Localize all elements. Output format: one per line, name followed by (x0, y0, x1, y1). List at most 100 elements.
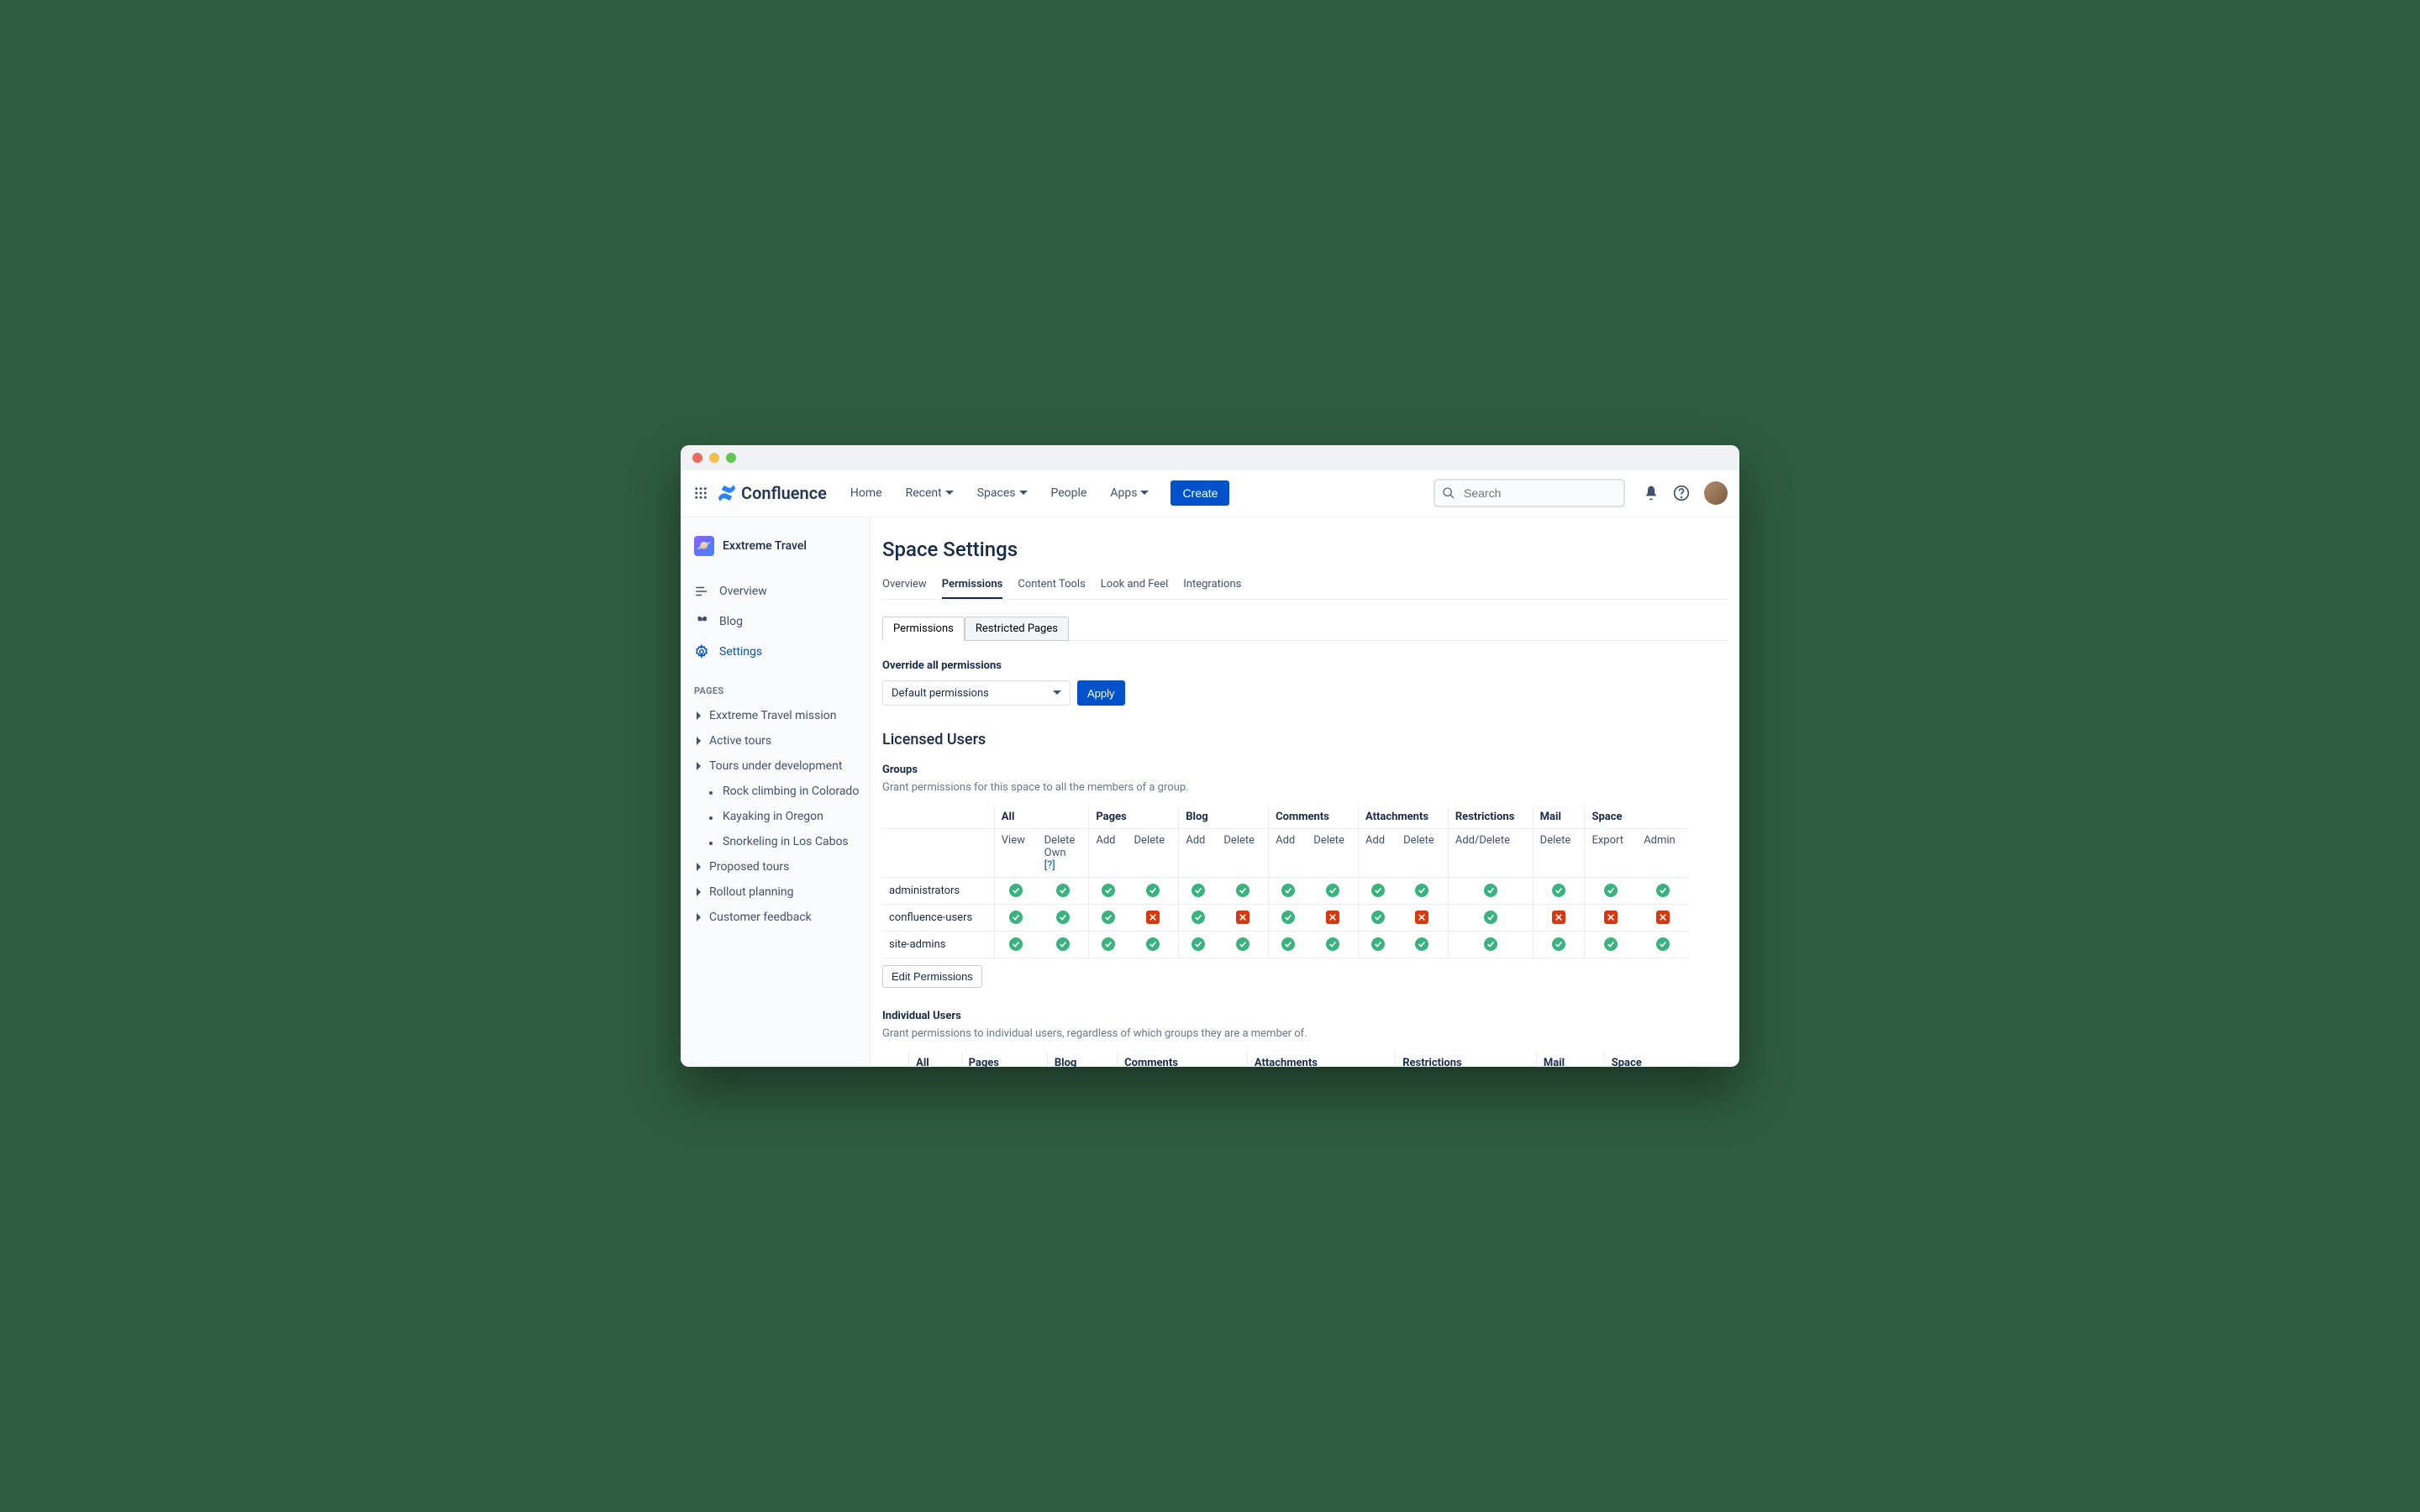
permission-cell (1307, 878, 1358, 905)
permission-cell (1038, 905, 1089, 932)
titlebar (681, 445, 1739, 470)
groups-heading: Groups (882, 764, 1728, 776)
page-tree: Exxtreme Travel missionActive toursTours… (686, 703, 865, 930)
nav-spaces[interactable]: Spaces (971, 481, 1034, 505)
check-icon (1236, 937, 1249, 951)
check-icon (1146, 884, 1160, 897)
check-icon (1192, 937, 1205, 951)
x-icon (1552, 911, 1565, 924)
sidebar-item-blog[interactable]: Blog (686, 606, 865, 637)
page-tree-item[interactable]: Exxtreme Travel mission (686, 703, 865, 728)
main-content: Space Settings OverviewPermissionsConten… (871, 517, 1739, 1067)
apply-button[interactable]: Apply (1077, 680, 1125, 706)
permission-cell (1128, 932, 1179, 958)
nav-people[interactable]: People (1044, 481, 1094, 505)
subtab-permissions[interactable]: Permissions (882, 617, 965, 641)
check-icon (1056, 937, 1070, 951)
chevron-down-icon (1019, 489, 1028, 497)
help-link[interactable]: [?] (1044, 859, 1055, 872)
subtab-restricted-pages[interactable]: Restricted Pages (965, 617, 1069, 641)
sidebar-item-overview[interactable]: Overview (686, 576, 865, 606)
column-group-header: Restrictions (1448, 806, 1533, 829)
page-tree-subitem[interactable]: Kayaking in Oregon (686, 804, 865, 829)
create-button[interactable]: Create (1171, 480, 1229, 506)
page-tree-item[interactable]: Active tours (686, 728, 865, 753)
page-tree-item[interactable]: Rollout planning (686, 879, 865, 905)
sidebar-item-label: Settings (719, 645, 762, 659)
blog-icon (694, 614, 709, 629)
permission-cell (1358, 932, 1397, 958)
chevron-right-icon (694, 888, 704, 896)
nav-home[interactable]: Home (844, 481, 889, 505)
search-input[interactable] (1434, 479, 1625, 507)
check-icon (1656, 937, 1670, 951)
check-icon (1484, 911, 1497, 924)
space-header[interactable]: 🪐 Exxtreme Travel (686, 533, 865, 568)
individual-heading: Individual Users (882, 1010, 1728, 1022)
check-icon (1102, 884, 1115, 897)
permission-cell (1089, 878, 1128, 905)
check-icon (1415, 884, 1428, 897)
column-group-header: Pages (1089, 806, 1179, 829)
sidebar-item-settings[interactable]: Settings (686, 637, 865, 667)
groups-help: Grant permissions for this space to all … (882, 781, 1728, 794)
app-switcher-icon[interactable] (689, 481, 713, 505)
permission-cell (994, 878, 1037, 905)
permission-cell (1585, 905, 1637, 932)
chevron-down-icon (1140, 489, 1149, 497)
page-tree-item[interactable]: Tours under development (686, 753, 865, 779)
notifications-icon[interactable] (1639, 480, 1664, 506)
space-name: Exxtreme Travel (723, 539, 807, 553)
tab-integrations[interactable]: Integrations (1183, 573, 1241, 599)
tab-overview[interactable]: Overview (882, 573, 927, 599)
page-tree-subitem[interactable]: Snorkeling in Los Cabos (686, 829, 865, 854)
column-group-header: Comments (1118, 1052, 1248, 1067)
check-icon (1146, 937, 1160, 951)
permission-cell (1397, 878, 1448, 905)
tab-look-and-feel[interactable]: Look and Feel (1101, 573, 1168, 599)
permission-row: site-admins (882, 932, 1689, 958)
check-icon (1056, 911, 1070, 924)
sidebar-pages-heading: PAGES (686, 667, 865, 703)
user-avatar[interactable] (1704, 481, 1728, 505)
search-box[interactable] (1434, 479, 1625, 507)
help-icon[interactable] (1669, 480, 1694, 506)
check-icon (1604, 884, 1618, 897)
page-tree-item[interactable]: Customer feedback (686, 905, 865, 930)
column-sub-header: Delete (1307, 829, 1358, 878)
permission-cell (1179, 878, 1218, 905)
nav-recent[interactable]: Recent (899, 481, 960, 505)
override-select[interactable]: Default permissions (882, 680, 1071, 706)
column-sub-header: Add (1269, 829, 1307, 878)
gear-icon (694, 644, 709, 659)
sidebar-item-label: Blog (719, 615, 743, 628)
permission-cell (1533, 905, 1585, 932)
permission-cell (1637, 905, 1689, 932)
column-group-header: All (909, 1052, 961, 1067)
group-name: administrators (882, 878, 994, 905)
chevron-right-icon (694, 863, 704, 871)
window-minimize[interactable] (709, 453, 719, 463)
window-maximize[interactable] (726, 453, 736, 463)
check-icon (1604, 937, 1618, 951)
permission-cell (1585, 878, 1637, 905)
tab-permissions[interactable]: Permissions (942, 573, 1003, 599)
individual-help: Grant permissions to individual users, r… (882, 1027, 1728, 1040)
tab-content-tools[interactable]: Content Tools (1018, 573, 1085, 599)
check-icon (1415, 937, 1428, 951)
nav-apps[interactable]: Apps (1103, 481, 1155, 505)
column-group-header: Blog (1047, 1052, 1117, 1067)
x-icon (1146, 911, 1160, 924)
window-close[interactable] (692, 453, 702, 463)
check-icon (1326, 937, 1339, 951)
page-tree-subitem[interactable]: Rock climbing in Colorado (686, 779, 865, 804)
permission-cell (994, 905, 1037, 932)
page-tree-item[interactable]: Proposed tours (686, 854, 865, 879)
edit-permissions-button[interactable]: Edit Permissions (882, 965, 982, 988)
permission-cell (1217, 905, 1268, 932)
override-title: Override all permissions (882, 659, 1728, 672)
confluence-logo[interactable]: Confluence (718, 483, 827, 503)
check-icon (1552, 884, 1565, 897)
check-icon (1009, 911, 1023, 924)
permission-cell (1269, 905, 1307, 932)
